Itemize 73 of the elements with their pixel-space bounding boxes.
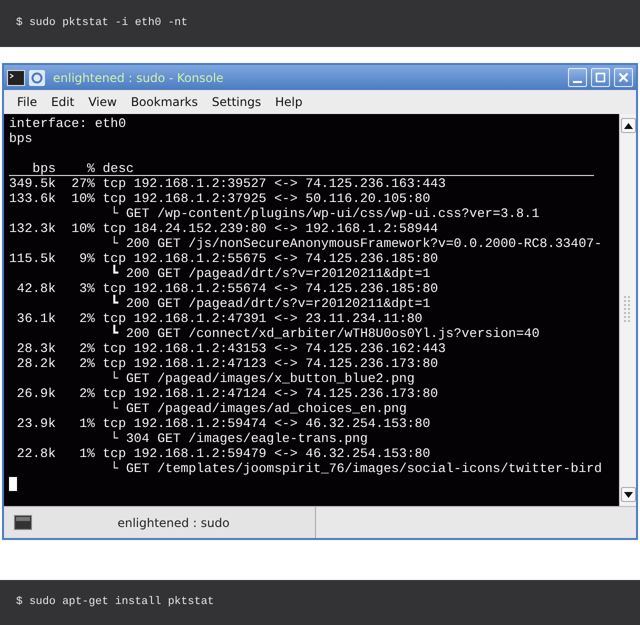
- connection-text: tcp 192.168.1.2:59479 <-> 46.32.254.153:80: [102, 446, 430, 461]
- request-text: ┗ 200 GET /pagead/drt/s?v=r20120211&dpt=1: [110, 266, 430, 281]
- percent-value: 9%: [78, 251, 95, 266]
- request-text: └ GET /templates/joomspirit_76/images/social-icons/twitter-bird: [110, 461, 602, 476]
- bps-value: 28.3k: [16, 341, 56, 356]
- scrollbar[interactable]: [619, 114, 636, 506]
- bps-value: 36.1k: [16, 311, 56, 326]
- window-title: enlightened : sudo - Konsole: [53, 70, 224, 86]
- bps-value: 349.5k: [9, 176, 56, 191]
- percent-value: 1%: [78, 446, 95, 461]
- menu-item[interactable]: Settings: [204, 93, 268, 111]
- connection-text: tcp 192.168.1.2:43153 <-> 74.125.236.162:443: [102, 341, 446, 356]
- percent-value: 2%: [78, 341, 95, 356]
- app-icon: [29, 70, 45, 86]
- bps-value: 23.9k: [16, 416, 56, 431]
- request-text: └ GET /wp-content/plugins/wp-ui/css/wp-ui.css?ver=3.8.1: [110, 206, 540, 221]
- menu-item[interactable]: Bookmarks: [124, 93, 205, 111]
- bps-value: 133.6k: [9, 191, 56, 206]
- connection-text: tcp 192.168.1.2:37925 <-> 50.116.20.105:80: [102, 191, 430, 206]
- percent-value: 10%: [70, 221, 95, 236]
- percent-value: 2%: [78, 311, 95, 326]
- connection-text: tcp 192.168.1.2:59474 <-> 46.32.254.153:80: [102, 416, 430, 431]
- connection-text: tcp 192.168.1.2:47391 <-> 23.11.234.11:80: [102, 311, 422, 326]
- bps-value: 22.8k: [16, 446, 56, 461]
- maximize-button[interactable]: [591, 68, 610, 87]
- request-text: └ 304 GET /images/eagle-trans.png: [110, 431, 368, 446]
- percent-value: 1%: [78, 416, 95, 431]
- percent-value: 3%: [78, 281, 95, 296]
- bps-value: 115.5k: [9, 251, 56, 266]
- terminal-text: bps: [9, 131, 32, 146]
- percent-value: 10%: [70, 191, 95, 206]
- connection-text: tcp 184.24.152.239:80 <-> 192.168.1.2:58944: [102, 221, 438, 236]
- connection-text: tcp 192.168.1.2:55675 <-> 74.125.236.185:80: [102, 251, 438, 266]
- bps-value: 26.9k: [16, 386, 56, 401]
- menu-item[interactable]: Edit: [44, 93, 82, 111]
- minimize-icon: [573, 80, 582, 82]
- close-button[interactable]: [614, 68, 633, 87]
- menu-item[interactable]: File: [10, 93, 44, 111]
- request-text: └ GET /pagead/images/x_button_blue2.png: [110, 371, 415, 386]
- up-arrow-icon: [624, 122, 632, 128]
- close-icon: [618, 72, 629, 83]
- maximize-icon: [595, 72, 606, 83]
- percent-value: 2%: [78, 386, 95, 401]
- terminal-tab[interactable]: enlightened : sudo: [4, 507, 316, 538]
- column-header: bps: [31, 161, 56, 175]
- percent-value: 2%: [78, 356, 95, 371]
- terminal-text: interface: eth0: [9, 116, 126, 131]
- scroll-up-button[interactable]: [620, 118, 636, 133]
- down-arrow-icon: [624, 492, 632, 498]
- bps-value: 132.3k: [9, 221, 56, 236]
- connection-text: tcp 192.168.1.2:47123 <-> 74.125.236.173:80: [102, 356, 438, 371]
- command-text: $ sudo apt-get install pktstat: [16, 595, 214, 610]
- percent-value: 27%: [70, 176, 95, 191]
- connection-text: tcp 192.168.1.2:39527 <-> 74.125.236.163:443: [102, 176, 446, 191]
- request-text: └ 200 GET /js/nonSecureAnonymousFramework?v=0.0.2000-RC8.33407-: [110, 236, 602, 251]
- menu-item[interactable]: Help: [268, 93, 310, 111]
- menu-item[interactable]: View: [81, 93, 124, 111]
- request-text: └ GET /pagead/images/ad_choices_en.png: [110, 401, 407, 416]
- connection-text: tcp 192.168.1.2:47124 <-> 74.125.236.173:80: [102, 386, 438, 401]
- terminal-icon: [14, 515, 32, 530]
- request-text: ┗ 200 GET /pagead/drt/s?v=r20120211&dpt=1: [110, 296, 430, 311]
- connection-text: tcp 192.168.1.2:55674 <-> 74.125.236.185:80: [102, 281, 438, 296]
- terminal-icon: [7, 70, 25, 86]
- minimize-button[interactable]: [568, 68, 587, 87]
- column-header: %: [86, 161, 95, 175]
- request-text: ┗ 200 GET /connect/xd_arbiter/wTH8U0os0Yl.js?version=40: [110, 326, 540, 341]
- bps-value: 28.2k: [16, 356, 56, 371]
- bps-value: 42.8k: [16, 281, 56, 296]
- column-header: desc: [102, 161, 134, 175]
- scroll-down-button[interactable]: [620, 487, 636, 502]
- command-text: $ sudo pktstat -i eth0 -nt: [16, 16, 188, 32]
- text-cursor: [9, 476, 17, 490]
- scroll-grip-icon[interactable]: [624, 296, 632, 324]
